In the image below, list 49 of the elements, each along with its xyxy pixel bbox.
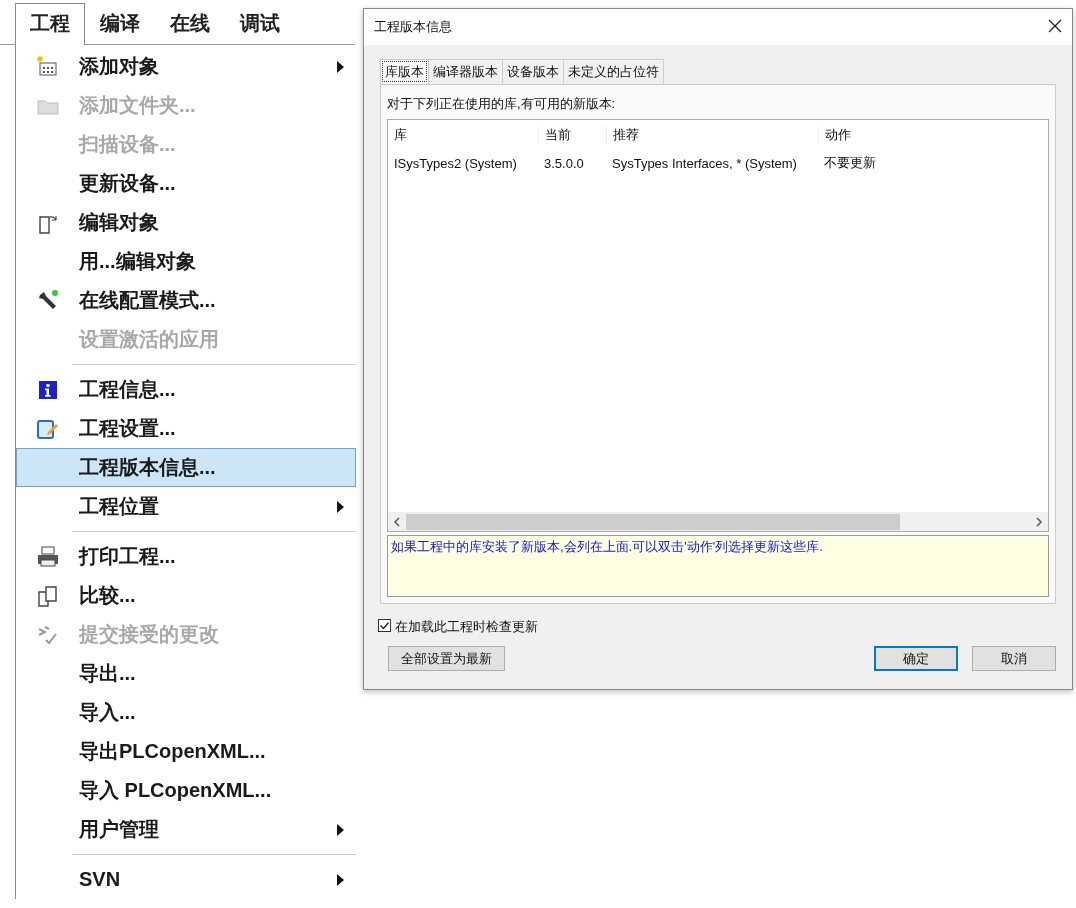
menu-item[interactable]: 导出PLCopenXML... (16, 732, 356, 771)
horizontal-scrollbar[interactable] (388, 512, 1048, 531)
menu-item[interactable]: 添加对象 (16, 47, 356, 86)
two-pages-icon (36, 583, 60, 608)
column-header[interactable]: 当前 (538, 126, 606, 144)
column-header[interactable]: 库 (388, 126, 538, 144)
column-header[interactable]: 推荐 (606, 126, 818, 144)
intro-text: 对于下列正在使用的库,有可用的新版本: (387, 95, 617, 113)
dialog-button[interactable]: 确定 (874, 646, 958, 671)
menu-item[interactable]: 导入... (16, 693, 356, 732)
menu-bar-item[interactable]: 在线 (155, 3, 225, 44)
menu-bar-item[interactable]: 工程 (15, 3, 85, 45)
menu-item[interactable]: 比较... (16, 576, 356, 615)
menu-item[interactable]: 用...编辑对象 (16, 242, 356, 281)
submenu-arrow-icon (336, 873, 344, 886)
checkbox[interactable] (378, 619, 391, 632)
table-cell-text: SysTypes Interfaces, * (System) (611, 155, 798, 171)
menu-item[interactable]: 工程设置... (16, 409, 356, 448)
menu-item[interactable]: 工程位置 (16, 487, 356, 526)
menu-item[interactable]: 在线配置模式... (16, 281, 356, 320)
table-cell-text: ISysTypes2 (System) (393, 155, 518, 171)
menu-bar-item[interactable]: 调试 (225, 3, 295, 44)
table-cell-text: 3.5.0.0 (543, 155, 585, 171)
tab[interactable]: 未定义的占位符 (563, 59, 664, 84)
tab[interactable]: 库版本 (380, 59, 429, 84)
table-cell-text: 不要更新 (823, 154, 877, 172)
submenu-arrow-icon (336, 823, 344, 836)
dialog-button[interactable]: 全部设置为最新 (388, 646, 505, 671)
menu-item[interactable]: 用户管理 (16, 810, 356, 849)
printer-icon (36, 544, 60, 569)
menu-item[interactable]: 导入 PLCopenXML... (16, 771, 356, 810)
submenu-arrow-icon (336, 500, 344, 513)
add-object-icon (36, 54, 60, 79)
menu-item[interactable]: 工程版本信息... (16, 448, 356, 487)
checkbox-label[interactable]: 在加载此工程时检查更新 (395, 618, 538, 636)
menu-bar-item[interactable]: 编译 (85, 3, 155, 44)
menu-item[interactable]: 更新设备... (16, 164, 356, 203)
close-icon[interactable] (1048, 18, 1062, 33)
dialog-title: 工程版本信息 (374, 18, 452, 36)
menu-item[interactable]: 工程信息... (16, 370, 356, 409)
menu-item[interactable]: SVN (16, 860, 356, 899)
column-header[interactable]: 动作 (818, 126, 1048, 144)
menu-item[interactable]: 导出... (16, 654, 356, 693)
scroll-thumb[interactable] (406, 514, 900, 530)
hint-text: 如果工程中的库安装了新版本,会列在上面.可以双击'动作'列选择更新这些库. (387, 535, 1049, 597)
submenu-arrow-icon (336, 60, 344, 73)
dialog-button[interactable]: 取消 (972, 646, 1056, 671)
menu-item[interactable]: 编辑对象 (16, 203, 356, 242)
menu-item[interactable]: 打印工程... (16, 537, 356, 576)
